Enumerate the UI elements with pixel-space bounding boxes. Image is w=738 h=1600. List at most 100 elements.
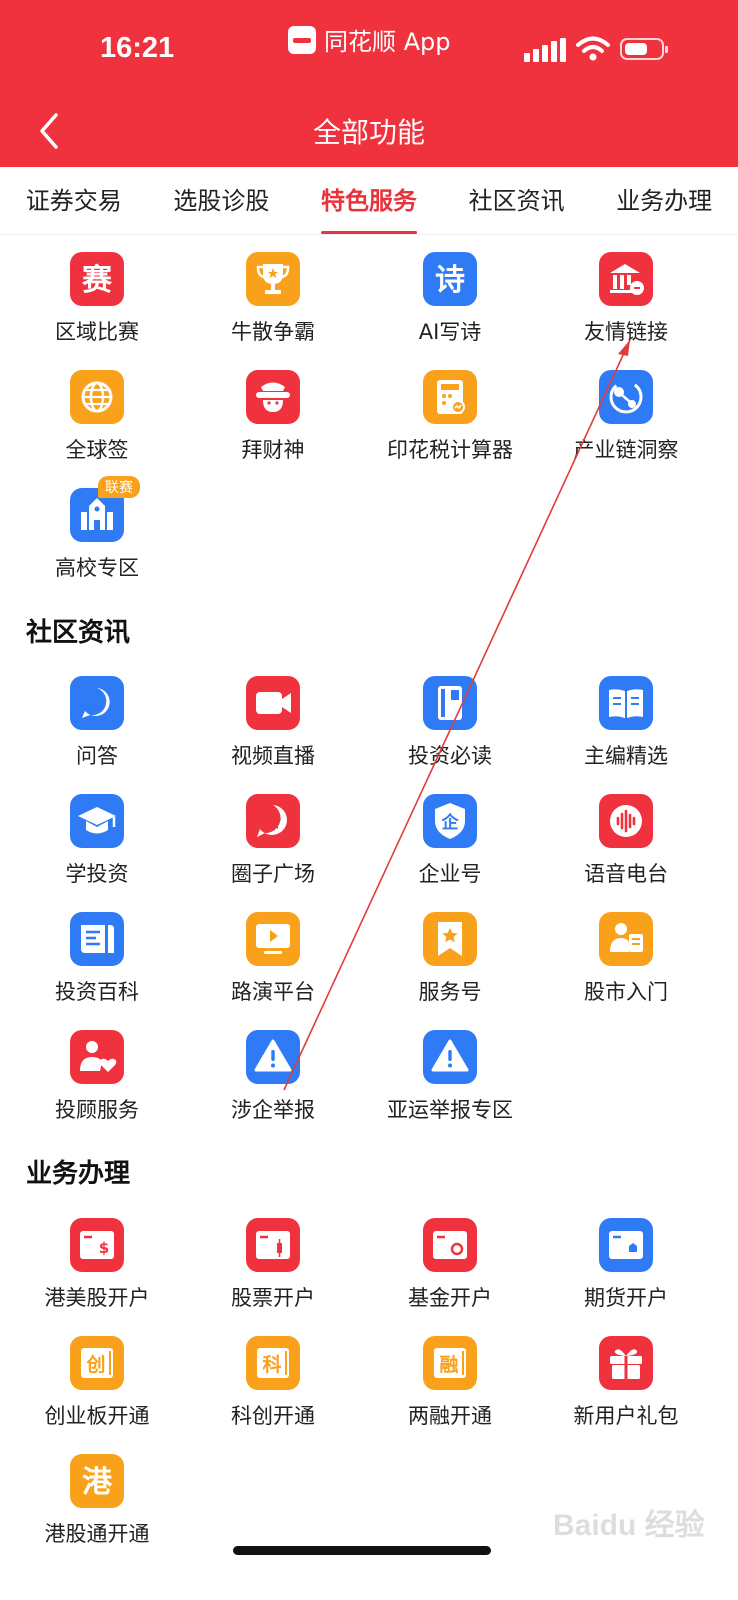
nav-bar: 全部功能 [0,95,738,167]
bank-link-icon [599,252,653,306]
item-invest-encyclopedia[interactable]: 投资百科 [5,912,189,1006]
encyclopedia-icon [70,912,124,966]
item-service-account[interactable]: 服务号 [358,912,542,1006]
item-regional-contest[interactable]: 赛 区域比赛 [5,252,189,346]
item-label: 问答 [76,744,118,768]
card-dollar-icon: $ [70,1218,124,1272]
item-label: 基金开户 [408,1286,492,1310]
item-label: 期货开户 [584,1286,668,1310]
item-voice-radio[interactable]: 语音电台 [534,794,718,888]
star-bubble-icon [246,794,300,848]
item-fund-account[interactable]: 基金开户 [358,1218,542,1312]
item-label: 路演平台 [231,980,315,1004]
globe-icon [70,370,124,424]
item-circle-square[interactable]: 圈子广场 [181,794,365,888]
svg-text:?: ? [91,691,103,715]
tab-community-news[interactable]: 社区资讯 [443,167,591,234]
card-fund-icon [423,1218,477,1272]
question-icon: ? [70,676,124,730]
gang-char-icon: 港 [70,1454,124,1508]
svg-text:赛: 赛 [82,263,113,298]
status-time: 16:21 [100,32,175,64]
shi-char-icon: 诗 [423,252,477,306]
item-chinext-enable[interactable]: 创 创业板开通 [5,1336,189,1430]
item-futures-account[interactable]: 期货开户 [534,1218,718,1312]
calculator-icon [423,370,477,424]
item-label: 投资百科 [55,980,139,1004]
status-app-name: 同花顺 App [324,28,451,56]
item-label: 服务号 [418,980,482,1004]
item-qa[interactable]: ? 问答 [5,676,189,770]
section-title-business: 业务办理 [26,1159,131,1189]
item-enterprise-account[interactable]: 企 企业号 [358,794,542,888]
item-label: 港美股开户 [44,1286,150,1310]
item-label: 学投资 [65,862,129,886]
wifi-icon [576,36,610,61]
book-icon [423,676,477,730]
gift-icon [599,1336,653,1390]
item-bull-contest[interactable]: 牛散争霸 [181,252,365,346]
item-stamp-duty-calculator[interactable]: 印花税计算器 [358,370,542,464]
video-camera-icon [246,676,300,730]
item-label: 友情链接 [584,320,668,344]
item-ai-poem[interactable]: 诗 AI写诗 [358,252,542,346]
sai-char-icon: 赛 [70,252,124,306]
bookmark-star-icon [423,912,477,966]
item-label: 两融开通 [408,1404,492,1428]
item-label: 产业链洞察 [573,438,679,462]
item-star-market-enable[interactable]: 科 科创开通 [181,1336,365,1430]
item-hk-connect-enable[interactable]: 港 港股通开通 [5,1454,189,1548]
item-label: 区域比赛 [55,320,139,344]
item-friend-links[interactable]: 友情链接 [534,252,718,346]
home-indicator[interactable] [233,1546,491,1555]
item-label: 语音电台 [584,862,668,886]
graduation-cap-icon [70,794,124,848]
item-label: 亚运举报专区 [387,1098,513,1122]
cellular-signal-icon [524,38,566,62]
status-app-indicator[interactable]: 同花顺 App [288,22,451,57]
svg-text:创: 创 [85,1353,105,1376]
tab-stock-picking[interactable]: 选股诊股 [148,167,296,234]
item-fortune-god[interactable]: 拜财神 [181,370,365,464]
tab-special-services[interactable]: 特色服务 [295,167,443,234]
item-label: 拜财神 [241,438,305,462]
item-label: 主编精选 [584,744,668,768]
item-global-visa[interactable]: 全球签 [5,370,189,464]
category-tabs: 证券交易 选股诊股 特色服务 社区资讯 业务办理 [0,167,738,235]
ke-char-icon: 科 [246,1336,300,1390]
trophy-icon [246,252,300,306]
item-stock-account[interactable]: 股票开户 [181,1218,365,1312]
item-new-user-gift[interactable]: 新用户礼包 [534,1336,718,1430]
item-label: 科创开通 [231,1404,315,1428]
item-industry-chain[interactable]: 产业链洞察 [534,370,718,464]
item-editor-picks[interactable]: 主编精选 [534,676,718,770]
university-icon: 联赛 [70,476,140,542]
item-university-zone[interactable]: 联赛 高校专区 [5,476,189,582]
svg-text:融: 融 [439,1354,458,1376]
app-logo-icon [288,25,316,54]
rong-char-icon: 融 [423,1336,477,1390]
tab-business-handling[interactable]: 业务办理 [590,167,738,234]
item-roadshow-platform[interactable]: 路演平台 [181,912,365,1006]
fortune-god-icon [246,370,300,424]
item-label: 印花税计算器 [387,438,513,462]
item-stock-beginner[interactable]: 股市入门 [534,912,718,1006]
card-stock-icon [246,1218,300,1272]
item-margin-enable[interactable]: 融 两融开通 [358,1336,542,1430]
item-label: 高校专区 [55,556,139,580]
item-video-live[interactable]: 视频直播 [181,676,365,770]
svg-text:诗: 诗 [435,263,465,298]
item-advisor-service[interactable]: 投顾服务 [5,1030,189,1124]
item-label: 投资必读 [408,744,492,768]
item-must-read[interactable]: 投资必读 [358,676,542,770]
battery-icon [620,38,668,60]
item-enterprise-report[interactable]: 涉企举报 [181,1030,365,1124]
item-learn-invest[interactable]: 学投资 [5,794,189,888]
page-title: 全部功能 [312,116,425,149]
item-label: 股市入门 [584,980,668,1004]
industry-chain-icon [599,370,653,424]
tab-securities-trading[interactable]: 证券交易 [0,167,148,234]
item-hk-us-account[interactable]: $ 港美股开户 [5,1218,189,1312]
item-asian-games-report[interactable]: 亚运举报专区 [358,1030,542,1124]
item-label: 涉企举报 [231,1098,315,1122]
